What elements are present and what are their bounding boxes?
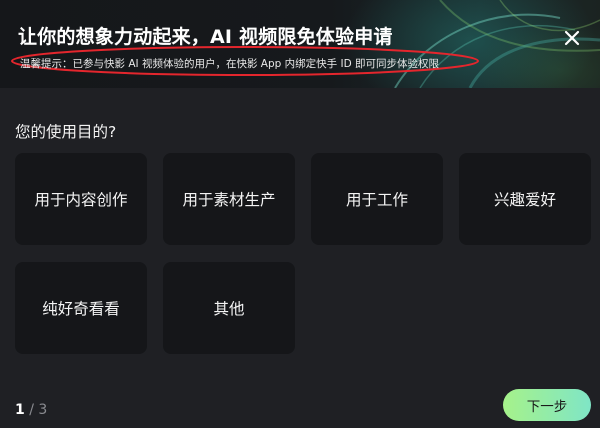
- option-label: 用于内容创作: [34, 191, 128, 209]
- option-label: 其他: [213, 300, 245, 318]
- dialog-subtitle-tip: 温馨提示：已参与快影 AI 视频体验的用户，在快影 App 内绑定快手 ID 即…: [20, 58, 439, 70]
- option-material-production[interactable]: 用于素材生产: [163, 153, 295, 245]
- step-indicator: 1 / 3: [15, 402, 47, 418]
- step-total: 3: [38, 402, 48, 418]
- next-step-label: 下一步: [526, 399, 568, 415]
- close-button[interactable]: [560, 26, 584, 50]
- application-dialog: 让你的想象力动起来，AI 视频限免体验申请 温馨提示：已参与快影 AI 视频体验…: [0, 0, 600, 428]
- option-label: 用于工作: [345, 191, 408, 209]
- dialog-header: 让你的想象力动起来，AI 视频限免体验申请 温馨提示：已参与快影 AI 视频体验…: [0, 0, 600, 88]
- next-step-button[interactable]: 下一步: [503, 389, 591, 421]
- option-hobby[interactable]: 兴趣爱好: [459, 153, 591, 245]
- option-label: 兴趣爱好: [493, 191, 556, 209]
- option-content-creation[interactable]: 用于内容创作: [15, 153, 147, 245]
- option-label: 纯好奇看看: [42, 300, 120, 318]
- option-other[interactable]: 其他: [163, 262, 295, 354]
- close-icon: [564, 30, 580, 46]
- question-title: 您的使用目的?: [15, 123, 117, 141]
- option-curious[interactable]: 纯好奇看看: [15, 262, 147, 354]
- option-work[interactable]: 用于工作: [311, 153, 443, 245]
- step-separator: /: [29, 402, 34, 418]
- dialog-title: 让你的想象力动起来，AI 视频限免体验申请: [18, 26, 393, 48]
- step-current: 1: [15, 402, 25, 418]
- option-label: 用于素材生产: [182, 191, 276, 209]
